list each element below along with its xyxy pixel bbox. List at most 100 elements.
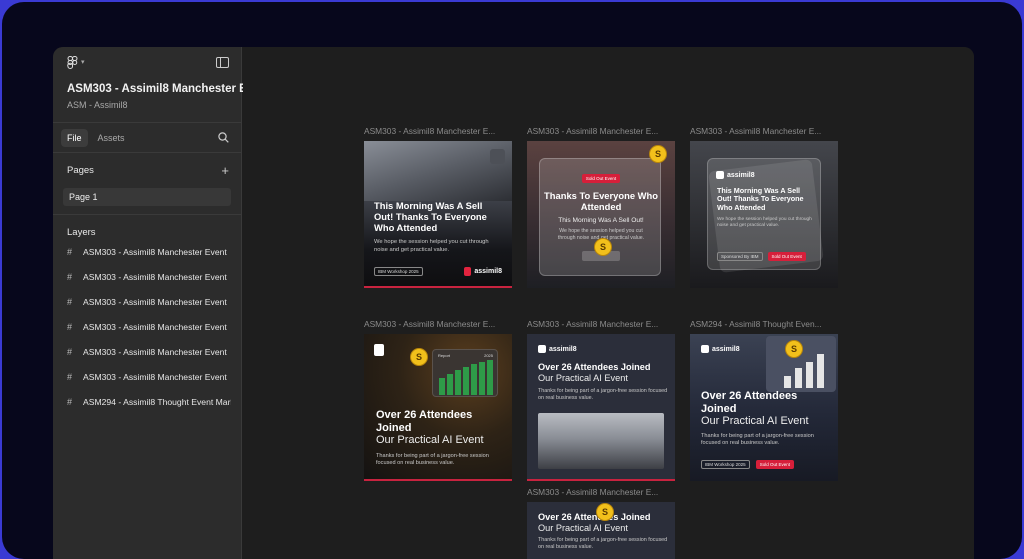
canvas-frame[interactable]: ASM303 - Assimil8 Manchester E... assimi… — [527, 319, 675, 481]
frame-body: We hope the session helped you cut throu… — [717, 216, 812, 229]
brand-logo: assimil8 — [464, 267, 502, 276]
sidebar-tabs: File Assets — [53, 122, 241, 152]
frame-copy: Over 26 Attendees Joined Our Practical A… — [376, 409, 506, 468]
frame-icon: # — [67, 246, 73, 257]
frame-body: Thanks for being part of a jargon-free s… — [701, 432, 814, 447]
frame-label[interactable]: ASM303 - Assimil8 Manchester E... — [690, 126, 838, 138]
frame-headline: Thanks To Everyone Who Attended — [544, 190, 658, 212]
frame-label[interactable]: ASM303 - Assimil8 Manchester E... — [527, 319, 675, 331]
frame-label[interactable]: ASM294 - Assimil8 Thought Even... — [690, 319, 838, 331]
brand-name: assimil8 — [549, 345, 577, 353]
layer-label: ASM303 - Assimil8 Manchester Event — [83, 346, 227, 357]
frame-icon: # — [67, 371, 73, 382]
figma-logo-icon — [67, 55, 78, 69]
canvas-frame[interactable]: ASM294 - Assimil8 Thought Even... assimi… — [690, 319, 838, 481]
coin-badge-icon: S — [410, 348, 428, 366]
layer-label: ASM303 - Assimil8 Manchester Event — [83, 321, 227, 332]
event-photo — [538, 413, 664, 469]
frame-copy: Over 26 Attendees Joined Our Practical A… — [701, 390, 831, 448]
report-card: Report 2025 — [432, 349, 498, 397]
frame-subhead: This Morning Was A Sell Out! — [558, 216, 644, 224]
layer-item[interactable]: # ASM294 - Assimil8 Thought Event Marketi… — [63, 389, 231, 414]
brand-name: assimil8 — [712, 345, 740, 353]
pages-heading: Pages — [67, 164, 94, 176]
frame-footer: Sponsored By IBM Sold Out Event — [717, 252, 806, 261]
canvas-frame[interactable]: ASM303 - Assimil8 Manchester E... S Over… — [527, 487, 675, 559]
add-page-icon[interactable]: + — [221, 163, 229, 178]
frame-headline: This Morning Was A Sell Out! Thanks To E… — [717, 186, 804, 212]
frame-headline-bold: Over 26 Attendees Joined — [701, 390, 798, 415]
screen-frame: ▾ ASM303 - Assimil8 Manchester E... ▾ AS… — [2, 2, 1022, 559]
frame-label[interactable]: ASM303 - Assimil8 Manchester E... — [527, 487, 675, 499]
layer-label: ASM303 - Assimil8 Manchester Event — [83, 296, 227, 307]
sold-out-pill: Sold Out Event — [755, 460, 794, 469]
canvas-frame[interactable]: ASM303 - Assimil8 Manchester E... This M… — [364, 126, 512, 288]
bar-chart-graphic — [439, 360, 493, 395]
project-subtitle: ASM - Assimil8 — [67, 100, 128, 110]
project-title-text: ASM303 - Assimil8 Manchester E... — [67, 83, 257, 95]
project-header: ASM303 - Assimil8 Manchester E... ▾ ASM … — [53, 77, 264, 110]
frame-label[interactable]: ASM303 - Assimil8 Manchester E... — [527, 126, 675, 138]
brand-logo: assimil8 — [716, 171, 755, 179]
sold-out-pill: Sold Out Event — [581, 174, 621, 183]
sponsor-tag: Sponsored By IBM — [717, 252, 763, 261]
coin-badge-icon: S — [649, 145, 667, 163]
page-item[interactable]: Page 1 — [63, 188, 231, 206]
frame-label[interactable]: ASM303 - Assimil8 Manchester E... — [364, 319, 512, 331]
layers-header: Layers — [63, 225, 231, 239]
frame-headline-light: Our Practical AI Event — [701, 415, 809, 428]
layer-label: ASM303 - Assimil8 Manchester Event — [83, 246, 227, 257]
left-sidebar: ▾ ASM303 - Assimil8 Manchester E... ▾ AS… — [53, 47, 264, 559]
coin-badge-icon: S — [594, 238, 612, 256]
layer-label: ASM303 - Assimil8 Manchester Event — [83, 371, 227, 382]
toggle-sidebar-icon[interactable] — [216, 56, 229, 68]
report-card-header: Report 2025 — [433, 350, 497, 358]
assimil8-logo-icon — [464, 267, 472, 276]
layers-section: Layers # ASM303 - Assimil8 Manchester Eve… — [53, 214, 241, 414]
frame-body: Thanks for being part of a jargon-free s… — [538, 388, 668, 402]
frame-preview: assimil8 Over 26 Attendees Joined Our Pr… — [527, 334, 675, 481]
layer-label: ASM303 - Assimil8 Manchester Event — [83, 271, 227, 282]
canvas-frame[interactable]: ASM303 - Assimil8 Manchester E... S Sold… — [527, 126, 675, 288]
design-canvas[interactable]: ASM303 - Assimil8 Manchester E... This M… — [243, 47, 974, 559]
layers-heading: Layers — [67, 226, 96, 238]
project-title[interactable]: ASM303 - Assimil8 Manchester E... ▾ — [67, 83, 264, 95]
frame-preview: assimil8 S Over 26 Attendees Joined Our … — [690, 334, 838, 481]
canvas-frame[interactable]: ASM303 - Assimil8 Manchester E... assimi… — [690, 126, 838, 288]
brand-logo: assimil8 — [538, 345, 577, 353]
coin-badge-icon: S — [785, 340, 803, 358]
tab-file[interactable]: File — [61, 128, 88, 147]
assimil8-logo-icon — [701, 345, 709, 353]
frame-headline-light: Our Practical AI Event — [376, 434, 484, 447]
main-menu-button[interactable]: ▾ — [67, 55, 85, 69]
coin-badge-icon: S — [596, 503, 614, 521]
frame-body: We hope the session helped you cut throu… — [374, 239, 489, 254]
canvas-frame[interactable]: ASM303 - Assimil8 Manchester E... S Repo… — [364, 319, 512, 481]
frame-copy: Sold Out Event Thanks To Everyone Who At… — [527, 167, 675, 242]
app-logo-icon — [374, 344, 384, 356]
tab-assets[interactable]: Assets — [92, 129, 131, 147]
layer-item[interactable]: # ASM303 - Assimil8 Manchester Event — [63, 364, 231, 389]
frame-copy: This Morning Was A Sell Out! Thanks To E… — [717, 186, 813, 230]
frame-copy: Over 26 Attendees Joined Our Practical A… — [538, 362, 668, 403]
frame-footer: IBM Workshop 2025 Sold Out Event — [701, 460, 794, 469]
frame-body: Thanks for being part of a jargon-free s… — [376, 452, 489, 467]
frame-icon: # — [67, 271, 73, 282]
assimil8-logo-icon — [716, 171, 724, 179]
layer-item[interactable]: # ASM303 - Assimil8 Manchester Event — [63, 239, 231, 264]
frame-body: Thanks for being part of a jargon-free s… — [538, 537, 668, 551]
frame-label[interactable]: ASM303 - Assimil8 Manchester E... — [364, 126, 512, 138]
workshop-tag: IBM Workshop 2025 — [701, 460, 750, 469]
frame-icon: # — [67, 321, 73, 332]
frame-preview: This Morning Was A Sell Out! Thanks To E… — [364, 141, 512, 288]
search-button[interactable] — [218, 132, 233, 143]
layer-item[interactable]: # ASM303 - Assimil8 Manchester Event — [63, 264, 231, 289]
search-icon — [218, 132, 229, 143]
layer-item[interactable]: # ASM303 - Assimil8 Manchester Event — [63, 289, 231, 314]
layer-item[interactable]: # ASM303 - Assimil8 Manchester Event — [63, 314, 231, 339]
frame-icon: # — [67, 396, 73, 407]
workshop-tag: IBM Workshop 2025 — [374, 267, 423, 276]
layer-item[interactable]: # ASM303 - Assimil8 Manchester Event — [63, 339, 231, 364]
frame-headline: This Morning Was A Sell Out! Thanks To E… — [374, 200, 487, 233]
brand-badge-icon — [490, 149, 505, 164]
